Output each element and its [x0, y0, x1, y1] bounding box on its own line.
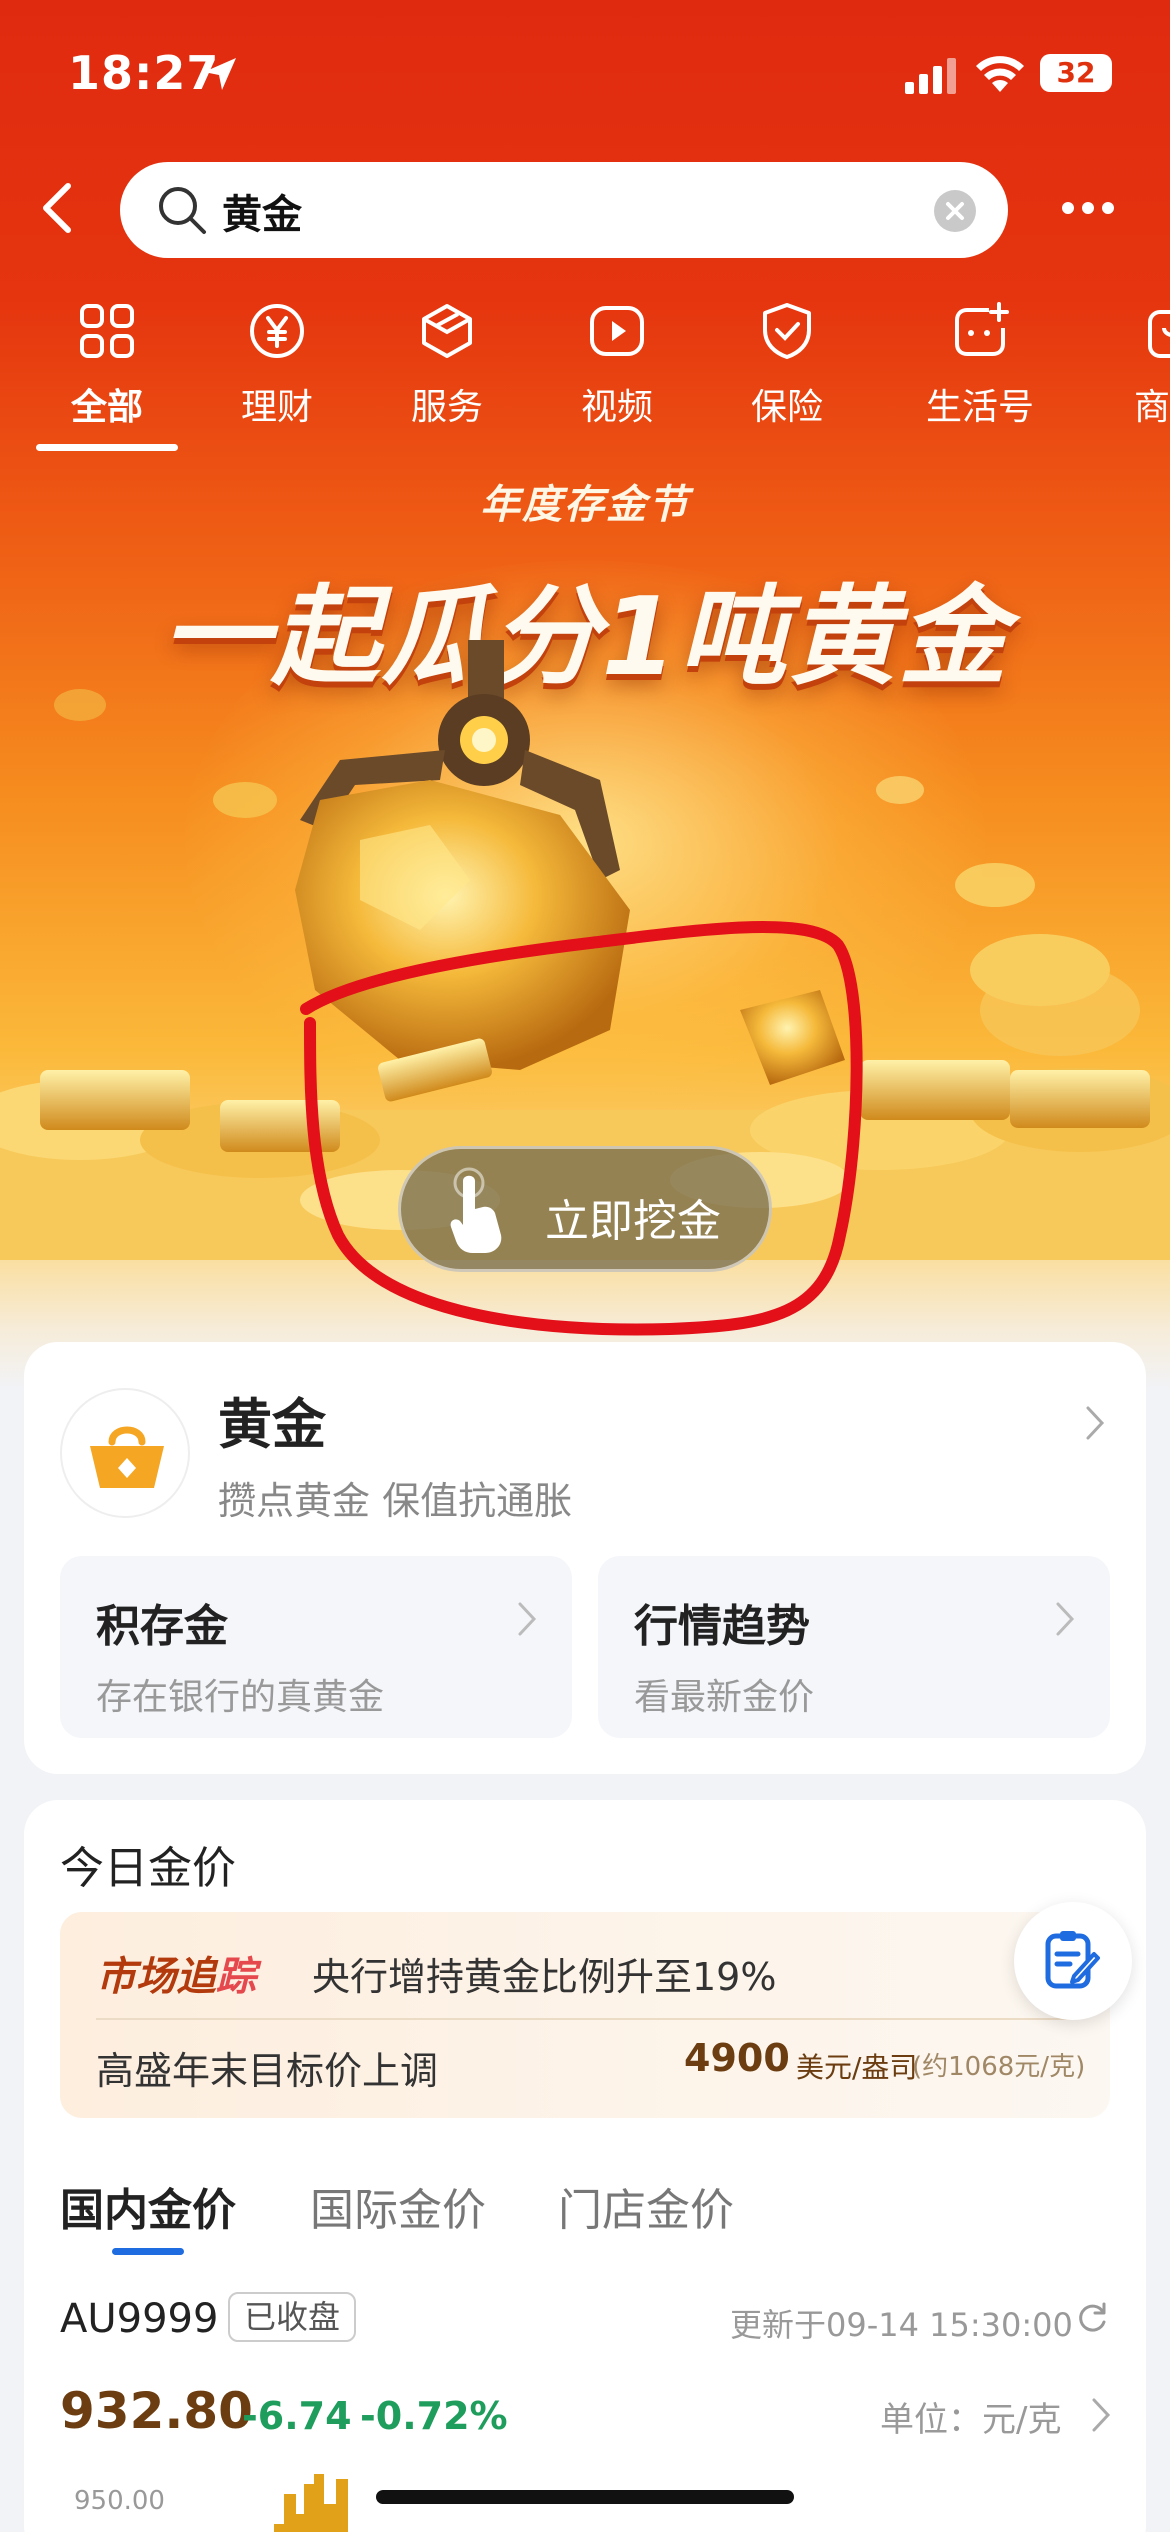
tab-label: 理财	[240, 387, 313, 428]
target-price-approx: (约1068元/克)	[912, 2052, 1086, 2082]
sub-card-title: 积存金	[96, 1601, 228, 1652]
grid-icon	[80, 304, 134, 358]
update-time: 更新于09-14 15:30:00	[730, 2306, 1073, 2344]
home-indicator	[376, 2490, 794, 2504]
tab-wealth[interactable]: 理财	[206, 290, 348, 460]
news-line-2: 高盛年末目标价上调	[96, 2049, 439, 2093]
back-arrow-icon[interactable]	[36, 180, 80, 236]
sub-card-desc: 看最新金价	[634, 1677, 815, 1718]
tab-label: 视频	[580, 387, 653, 428]
gold-product-card[interactable]: 黄金 攒点黄金 保值抗通胀 积存金 存在银行的真黄金 行情趋势 看最新金价	[24, 1342, 1146, 1774]
shield-icon	[763, 303, 811, 359]
active-tab-underline	[36, 444, 178, 451]
today-gold-price-card: 今日金价 市场追踪 央行增持黄金比例升至19% 高盛年末目标价上调 4900 美…	[24, 1800, 1146, 2532]
banner-subtitle: 年度存金节	[480, 482, 690, 528]
news-headline: 央行增持黄金比例升至19%	[312, 1955, 777, 1999]
tab-label: 商	[1134, 387, 1170, 428]
tab-all[interactable]: 全部	[36, 290, 178, 460]
price-unit[interactable]: 单位：元/克	[880, 2392, 1061, 2441]
price-change-percent: -0.72%	[360, 2394, 508, 2438]
sub-card-desc: 存在银行的真黄金	[96, 1677, 385, 1718]
market-trend-card[interactable]: 行情趋势 看最新金价	[598, 1556, 1110, 1738]
tab-store-price[interactable]: 门店金价	[558, 2174, 734, 2238]
price-change: -6.74	[242, 2394, 352, 2438]
location-arrow-icon	[204, 58, 236, 90]
chevron-right-icon	[518, 1602, 537, 1636]
red-annotation-circle	[300, 920, 863, 1336]
chat-plus-icon	[955, 302, 1009, 356]
more-options-icon[interactable]	[1060, 196, 1116, 220]
search-bar[interactable]: 黄金	[120, 162, 1008, 258]
play-icon	[590, 306, 644, 356]
active-tab-underline	[112, 2248, 184, 2255]
sub-card-title: 行情趋势	[634, 1601, 810, 1652]
status-time: 18:27	[68, 46, 220, 100]
tab-label: 服务	[410, 387, 483, 428]
current-price: 932.80	[60, 2382, 253, 2440]
gold-card-title: 黄金	[218, 1393, 326, 1456]
divider	[96, 2018, 1076, 2020]
tab-insurance[interactable]: 保险	[716, 290, 858, 460]
page: 18:27 32 黄金 全部 理财 服务 视频 保险 生活号 商 年度存金节 一…	[0, 0, 1170, 2532]
target-price-value: 4900	[684, 2036, 790, 2080]
tab-label: 保险	[750, 387, 823, 428]
market-tracking-tag: 市场追踪	[96, 1954, 256, 2000]
tab-label: 全部	[70, 387, 143, 428]
notes-floating-button[interactable]	[1014, 1902, 1132, 2020]
tab-international-price[interactable]: 国际金价	[310, 2174, 486, 2238]
chevron-right-icon[interactable]	[1090, 2396, 1112, 2434]
battery-indicator: 32	[1040, 54, 1112, 92]
search-input[interactable]: 黄金	[222, 182, 302, 240]
yen-coin-icon	[250, 304, 304, 358]
gold-card-desc: 攒点黄金 保值抗通胀	[218, 1479, 573, 1523]
section-title: 今日金价	[60, 1843, 236, 1894]
target-price-unit: 美元/盎司	[796, 2051, 918, 2084]
gold-logo	[60, 1388, 190, 1518]
symbol-label: AU9999	[60, 2296, 219, 2342]
refresh-icon[interactable]	[1074, 2300, 1110, 2336]
category-tabs: 全部 理财 服务 视频 保险 生活号 商	[0, 290, 1170, 460]
cellular-signal-icon	[905, 58, 956, 94]
gold-bag-icon	[90, 1426, 164, 1488]
tab-services[interactable]: 服务	[376, 290, 518, 460]
y-axis-tick: 950.00	[74, 2486, 165, 2516]
clear-search-icon[interactable]	[934, 190, 976, 232]
tab-shop[interactable]: 商	[1106, 290, 1170, 460]
tab-video[interactable]: 视频	[546, 290, 688, 460]
wifi-icon	[976, 56, 1024, 92]
search-icon	[159, 187, 206, 234]
tab-life-account[interactable]: 生活号	[900, 290, 1060, 460]
bag-icon	[1148, 310, 1170, 358]
tab-domestic-price[interactable]: 国内金价	[60, 2174, 236, 2238]
hero-background: 18:27 32 黄金 全部 理财 服务 视频 保险 生活号 商 年度存金节 一…	[0, 0, 1170, 1390]
status-badge: 已收盘	[228, 2292, 357, 2342]
edit-note-icon	[1045, 1931, 1100, 1989]
market-news-box[interactable]: 市场追踪 央行增持黄金比例升至19% 高盛年末目标价上调 4900 美元/盎司 …	[60, 1912, 1110, 2118]
cube-icon	[422, 304, 472, 358]
accumulation-gold-card[interactable]: 积存金 存在银行的真黄金	[60, 1556, 572, 1738]
tab-label: 生活号	[925, 387, 1034, 428]
status-bar: 18:27 32	[0, 0, 1170, 150]
chevron-right-icon	[1086, 1406, 1105, 1440]
chevron-right-icon	[1056, 1602, 1075, 1636]
